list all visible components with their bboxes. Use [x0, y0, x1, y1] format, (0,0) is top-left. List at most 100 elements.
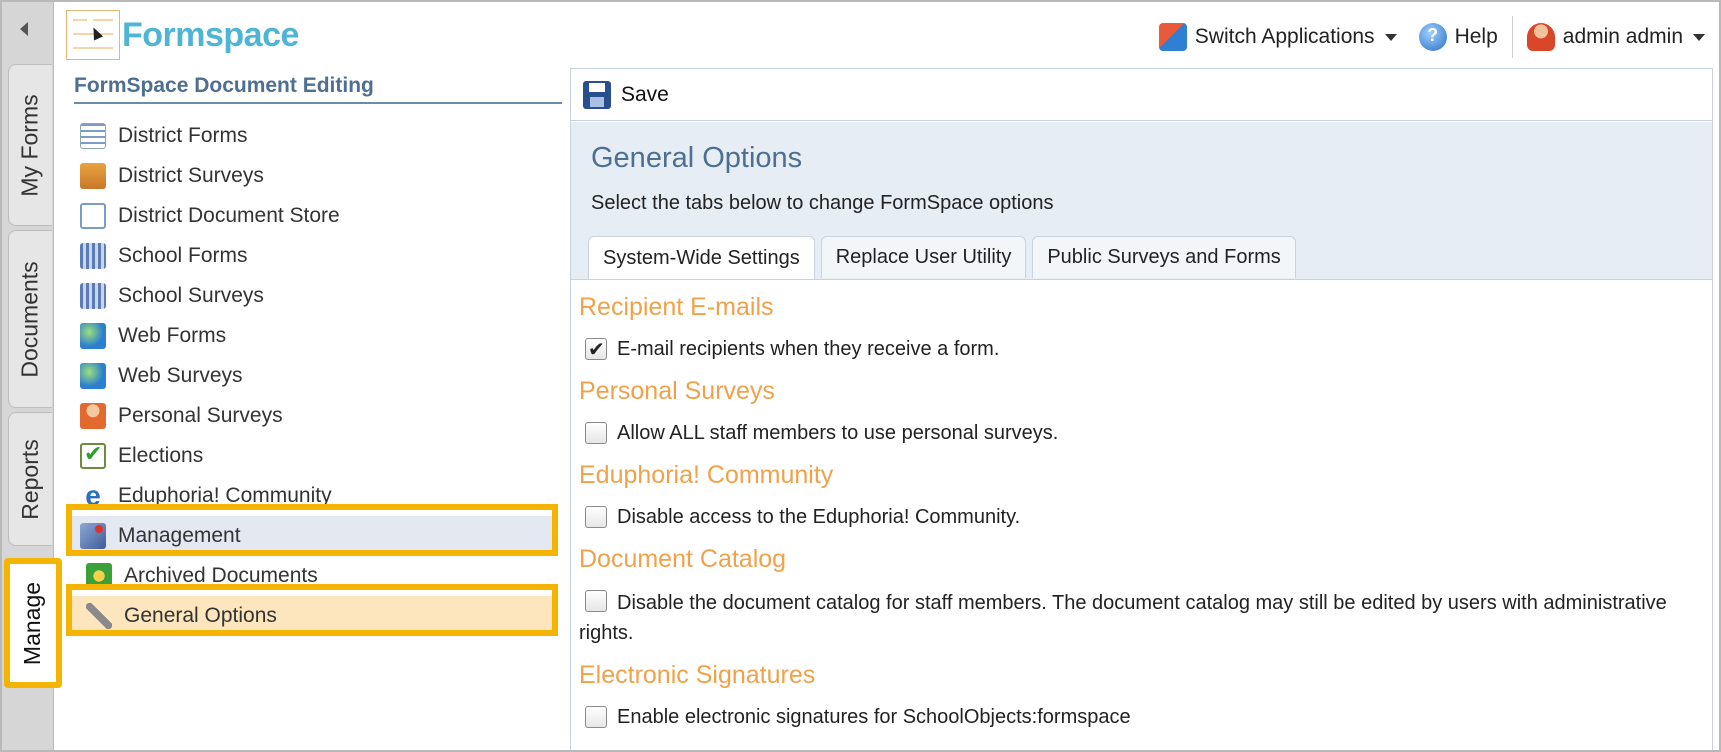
- nav-item-district-surveys[interactable]: District Surveys: [80, 156, 560, 196]
- chevron-down-icon: [1384, 33, 1397, 41]
- section-title-eduphoria-community: Eduphoria! Community: [579, 461, 834, 489]
- nav-item-label: District Forms: [118, 124, 248, 147]
- section-title-electronic-signatures: Electronic Signatures: [579, 661, 816, 689]
- vtab-manage[interactable]: Manage: [4, 558, 62, 688]
- checkbox-document-catalog[interactable]: [585, 590, 607, 612]
- floppy-disk-icon: [583, 80, 611, 109]
- page-subtitle: Select the tabs below to change FormSpac…: [591, 192, 1054, 214]
- nav-item-label: Web Forms: [118, 324, 227, 347]
- nav-item-web-surveys[interactable]: Web Surveys: [80, 356, 560, 396]
- header-actions: Switch Applications Help admin admin: [1158, 16, 1705, 58]
- nav-item-web-forms[interactable]: Web Forms: [80, 316, 560, 356]
- nav-list: District Forms District Surveys District…: [70, 116, 560, 636]
- tab-content: Recipient E-mails E-mail recipients when…: [571, 279, 1712, 750]
- nav-item-label: General Options: [124, 604, 277, 627]
- nav-item-label: Personal Surveys: [118, 404, 283, 427]
- globe-survey-icon: [80, 363, 106, 389]
- tab-system-wide-settings[interactable]: System-Wide Settings: [588, 236, 815, 279]
- globe-icon: [80, 323, 106, 349]
- formspace-logo[interactable]: Formspace: [66, 10, 299, 60]
- archive-icon: [86, 563, 112, 589]
- tab-public-surveys-and-forms[interactable]: Public Surveys and Forms: [1032, 236, 1296, 278]
- chevron-down-icon: [1693, 33, 1705, 41]
- nav-item-label: School Forms: [118, 244, 248, 267]
- option-document-catalog: Disable the document catalog for staff m…: [579, 586, 1704, 648]
- nav-item-personal-surveys[interactable]: Personal Surveys: [80, 396, 560, 436]
- nav-item-label: Eduphoria! Community: [118, 484, 332, 507]
- nav-item-general-options[interactable]: General Options: [70, 596, 558, 636]
- form-list-icon: [80, 123, 106, 149]
- nav-item-archived-documents[interactable]: Archived Documents: [80, 556, 560, 596]
- vtab-reports[interactable]: Reports: [8, 412, 52, 546]
- wrench-icon: [86, 603, 112, 629]
- nav-item-school-forms[interactable]: School Forms: [80, 236, 560, 276]
- save-label: Save: [621, 82, 669, 106]
- option-label: Disable the document catalog for staff m…: [579, 592, 1667, 644]
- collapse-arrow-icon[interactable]: [20, 22, 28, 36]
- save-button[interactable]: Save: [583, 80, 669, 109]
- vtab-label: Manage: [19, 581, 46, 665]
- help-icon: [1418, 23, 1447, 51]
- vtab-label: My Forms: [17, 93, 43, 197]
- page-title: General Options: [591, 142, 803, 174]
- nav-item-district-forms[interactable]: District Forms: [80, 116, 560, 156]
- checkbox-personal-surveys[interactable]: [585, 422, 607, 444]
- app-window: My Forms Documents Reports Manage Formsp…: [0, 0, 1721, 752]
- options-tabs: System-Wide Settings Replace User Utilit…: [588, 236, 1302, 279]
- logo-text: Formspace: [122, 15, 299, 54]
- nav-item-label: District Document Store: [118, 204, 340, 227]
- nav-item-label: Elections: [118, 444, 204, 467]
- help-label: Help: [1454, 25, 1498, 48]
- switch-applications-icon: [1158, 23, 1187, 51]
- checkbox-electronic-signatures[interactable]: [585, 706, 607, 728]
- formspace-logo-icon: [66, 10, 120, 60]
- switch-applications-menu[interactable]: Switch Applications: [1158, 23, 1397, 51]
- option-label: Enable electronic signatures for SchoolO…: [617, 706, 1131, 728]
- app-header: Formspace Switch Applications Help admin…: [54, 2, 1719, 66]
- building-survey-icon: [80, 283, 106, 309]
- header-divider: [1511, 16, 1513, 58]
- nav-item-label: School Surveys: [118, 284, 264, 307]
- nav-item-label: Archived Documents: [124, 564, 318, 587]
- document-editing-nav: FormSpace Document Editing District Form…: [62, 68, 562, 750]
- vtab-label: Documents: [17, 260, 44, 378]
- nav-item-label: Web Surveys: [118, 364, 243, 387]
- option-label: Disable access to the Eduphoria! Communi…: [617, 506, 1021, 528]
- help-link[interactable]: Help: [1418, 23, 1498, 51]
- switch-applications-label: Switch Applications: [1194, 25, 1375, 48]
- section-title-recipient-emails: Recipient E-mails: [579, 293, 774, 321]
- nav-item-school-surveys[interactable]: School Surveys: [80, 276, 560, 316]
- checkbox-email-recipients[interactable]: [585, 335, 607, 365]
- nav-title: FormSpace Document Editing: [74, 74, 562, 104]
- user-menu[interactable]: admin admin: [1526, 23, 1705, 51]
- checkmark-icon: [80, 441, 106, 469]
- nav-item-eduphoria-community[interactable]: e Eduphoria! Community: [80, 476, 560, 516]
- checkbox-eduphoria-community[interactable]: [585, 506, 607, 528]
- vtab-label: Reports: [17, 438, 44, 520]
- eduphoria-icon: e: [85, 480, 101, 511]
- nav-item-elections[interactable]: Elections: [80, 436, 560, 476]
- user-name: admin admin: [1562, 25, 1683, 48]
- nav-item-label: District Surveys: [118, 164, 264, 187]
- option-personal-surveys: Allow ALL staff members to use personal …: [579, 418, 1704, 448]
- person-icon: [80, 403, 106, 429]
- main-panel: Save General Options Select the tabs bel…: [570, 68, 1713, 750]
- nav-item-management[interactable]: Management: [70, 516, 558, 556]
- option-eduphoria-community: Disable access to the Eduphoria! Communi…: [579, 502, 1704, 532]
- document-icon: [80, 203, 106, 229]
- building-icon: [80, 243, 106, 269]
- toolbar: Save: [571, 69, 1712, 121]
- nav-item-label: Management: [118, 524, 241, 547]
- vtab-documents[interactable]: Documents: [8, 230, 52, 408]
- management-icon: [80, 523, 106, 549]
- clipboard-icon: [80, 163, 106, 189]
- vtab-my-forms[interactable]: My Forms: [8, 64, 52, 226]
- user-avatar-icon: [1526, 23, 1555, 51]
- nav-item-district-document-store[interactable]: District Document Store: [80, 196, 560, 236]
- left-tab-rail: My Forms Documents Reports Manage: [2, 2, 62, 750]
- tab-replace-user-utility[interactable]: Replace User Utility: [820, 236, 1027, 278]
- option-label: E-mail recipients when they receive a fo…: [617, 338, 1000, 360]
- section-title-personal-surveys: Personal Surveys: [579, 377, 775, 405]
- option-email-recipients: E-mail recipients when they receive a fo…: [579, 334, 1704, 365]
- section-title-document-catalog: Document Catalog: [579, 545, 787, 573]
